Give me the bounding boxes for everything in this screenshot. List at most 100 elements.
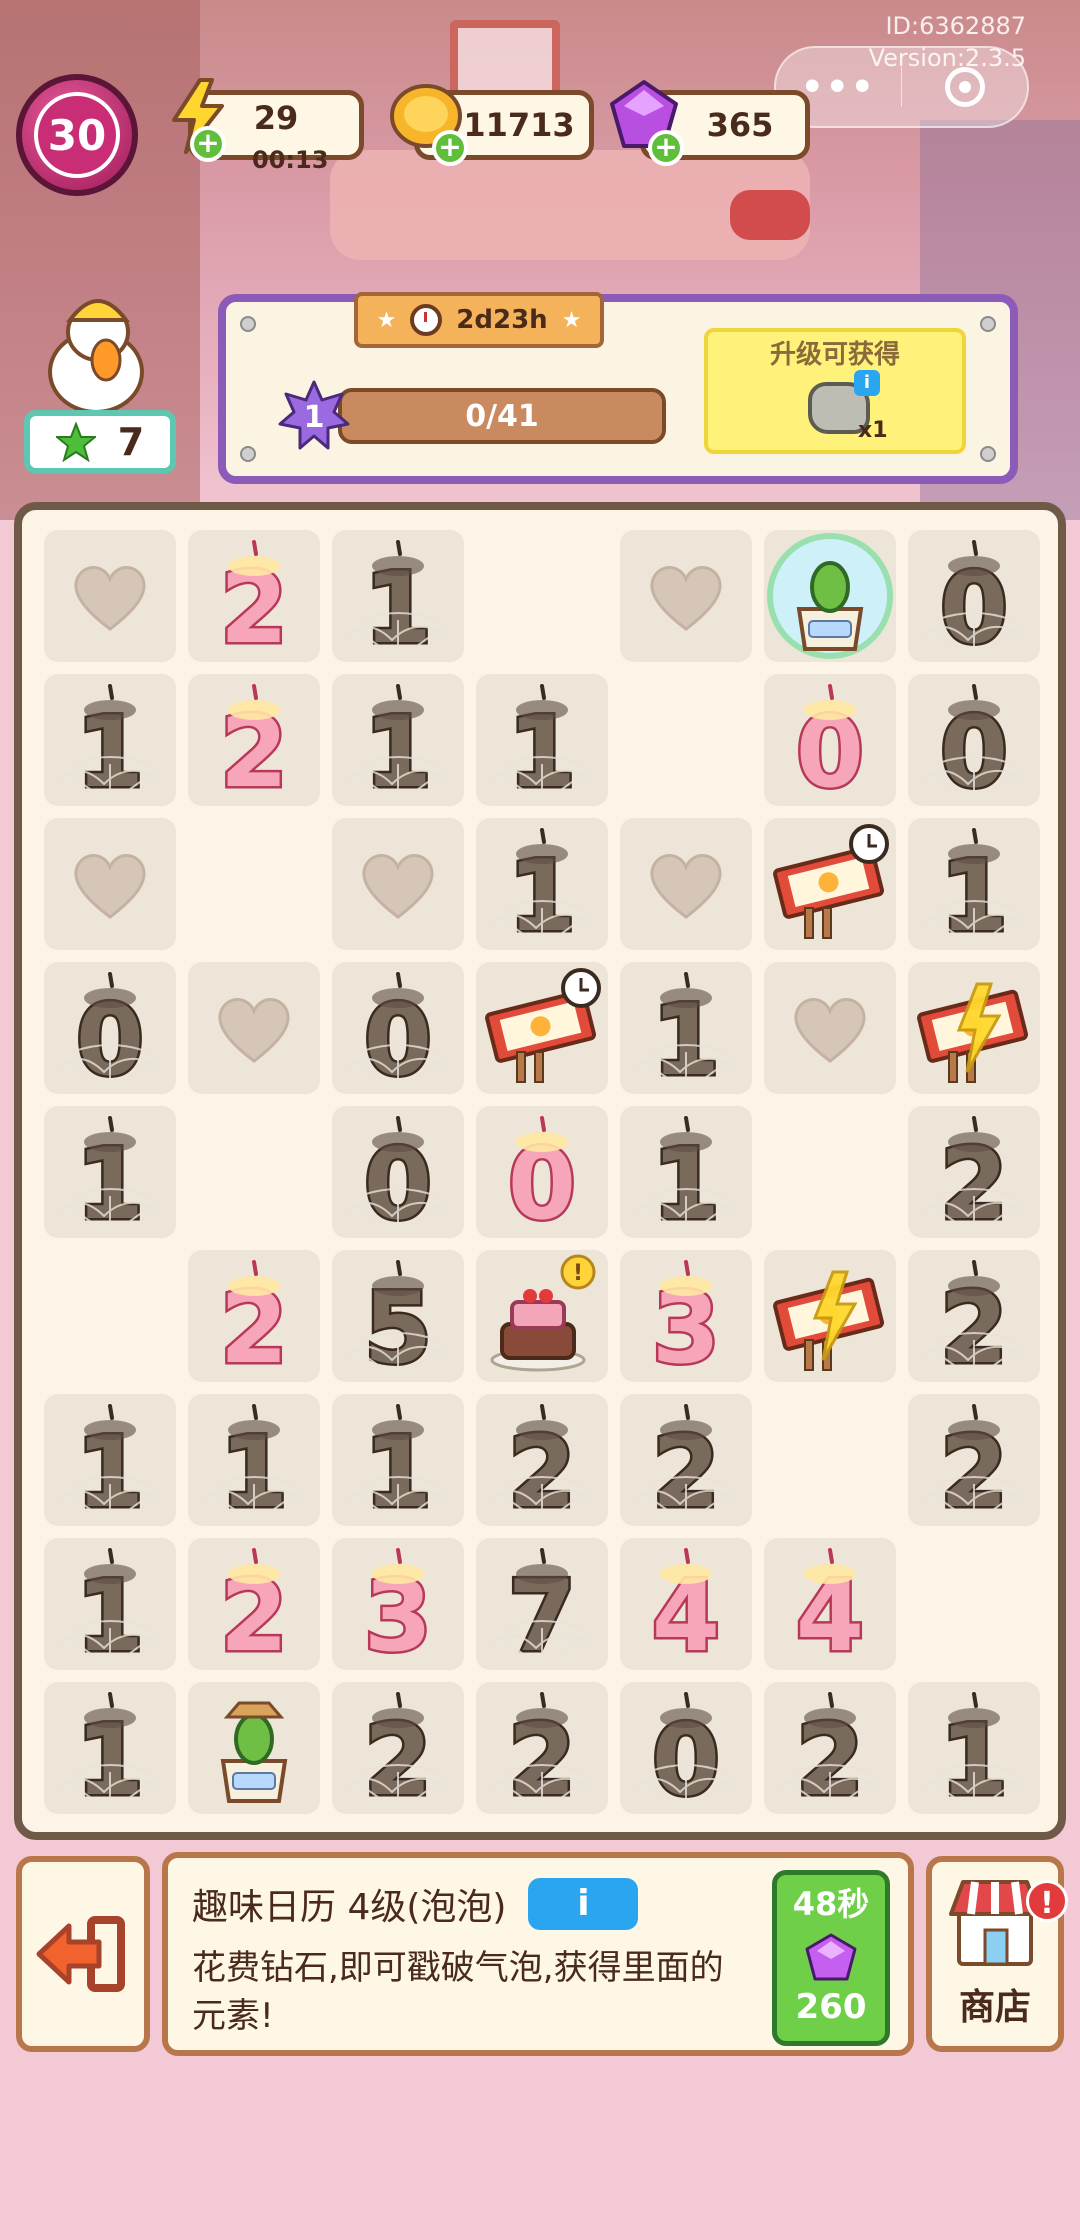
board-cell-empty (44, 1250, 176, 1382)
item-info-button[interactable]: i (528, 1878, 639, 1930)
board-cell-web-7[interactable]: 7 (476, 1538, 608, 1677)
board-cell-pink-2[interactable]: 2 (188, 530, 320, 669)
player-level-badge[interactable]: 30 (16, 74, 138, 196)
rank-flower-icon: 1 (278, 380, 350, 450)
board-cell-web-5[interactable]: 5 (332, 1250, 464, 1389)
board-cell-web-0[interactable]: 0 (332, 962, 464, 1101)
web-1-icon: 1 (633, 1116, 739, 1245)
level-reward-box[interactable]: 升级可获得 i x1 (704, 328, 966, 454)
board-cell-pink-3[interactable]: 3 (620, 1250, 752, 1389)
board-cell-pink-3[interactable]: 3 (332, 1538, 464, 1677)
board-cell-web-0[interactable]: 0 (44, 962, 176, 1101)
board-cell-pink-2[interactable]: 2 (188, 1538, 320, 1677)
board-cell-heart (620, 530, 752, 662)
web-1-icon: 1 (345, 684, 451, 813)
board-cell-web-1[interactable]: 1 (476, 674, 608, 813)
board-cell-matchbox-bolt[interactable] (908, 962, 1040, 1094)
heart-icon (74, 566, 146, 631)
board-cell-heart (620, 818, 752, 950)
board-cell-web-1[interactable]: 1 (908, 1682, 1040, 1821)
board-cell-web-2[interactable]: 2 (476, 1394, 608, 1533)
duck-mascot-icon[interactable] (30, 286, 150, 416)
web-2-icon: 2 (345, 1692, 451, 1821)
item-title: 趣味日历 4级(泡泡) (192, 1887, 507, 1928)
board-cell-web-1[interactable]: 1 (332, 1394, 464, 1533)
board-cell-cactus[interactable] (188, 1682, 320, 1814)
board-cell-web-2[interactable]: 2 (908, 1394, 1040, 1533)
board-cell-web-2[interactable]: 2 (764, 1682, 896, 1821)
board-cell-heart (764, 962, 896, 1094)
board-cell-bubble-cactus[interactable] (764, 530, 896, 662)
board-cell-web-0[interactable]: 0 (908, 530, 1040, 669)
add-coins-button[interactable]: + (432, 130, 468, 166)
gem-icon (805, 1933, 857, 1981)
board-cell-web-1[interactable]: 1 (332, 674, 464, 813)
board-cell-matchbox-clock[interactable] (764, 818, 896, 950)
event-panel[interactable]: ★ 2d23h ★ 0/41 1 升级可获得 i x1 (218, 292, 1018, 484)
web-0-icon: 0 (345, 1116, 451, 1245)
board-cell-web-1[interactable]: 1 (332, 530, 464, 669)
event-progress-text: 0/41 (465, 398, 539, 434)
add-energy-button[interactable]: + (190, 126, 226, 162)
close-target-button[interactable] (902, 67, 1027, 107)
bubble-cactus-icon (767, 533, 893, 659)
board-cell-empty (476, 530, 608, 662)
shop-button[interactable]: 商店 ! (926, 1856, 1068, 2052)
board-cell-web-2[interactable]: 2 (476, 1682, 608, 1821)
board-cell-pink-4[interactable]: 4 (620, 1538, 752, 1677)
board-cell-web-1[interactable]: 1 (908, 818, 1040, 957)
board-cell-web-2[interactable]: 2 (620, 1394, 752, 1533)
add-gems-button[interactable]: + (648, 130, 684, 166)
event-rank: 1 (304, 400, 325, 435)
board-cell-web-1[interactable]: 1 (44, 674, 176, 813)
exit-button[interactable] (16, 1856, 150, 2052)
board-cell-matchbox-bolt[interactable] (764, 1250, 896, 1382)
board-cell-web-0[interactable]: 0 (908, 674, 1040, 813)
pink-2-icon: 2 (217, 684, 291, 813)
web-2-icon: 2 (633, 1404, 739, 1533)
pink-4-icon: 4 (649, 1548, 723, 1677)
board-cell-web-2[interactable]: 2 (908, 1106, 1040, 1245)
pink-2-icon: 2 (217, 540, 291, 669)
board-cell-pink-4[interactable]: 4 (764, 1538, 896, 1677)
star-icon (55, 422, 96, 462)
board-cell-web-2[interactable]: 2 (332, 1682, 464, 1821)
target-icon (944, 67, 985, 107)
heart-icon (794, 998, 866, 1063)
board-cell-pink-0[interactable]: 0 (764, 674, 896, 813)
reward-title: 升级可获得 (769, 340, 900, 370)
board-cell-empty (764, 1106, 896, 1238)
board-cell-web-0[interactable]: 0 (332, 1106, 464, 1245)
level-value: 30 (34, 92, 120, 178)
heart-icon (218, 998, 290, 1063)
board-cell-web-1[interactable]: 1 (44, 1394, 176, 1533)
board-cell-web-1[interactable]: 1 (620, 962, 752, 1101)
board-cell-web-1[interactable]: 1 (476, 818, 608, 957)
heart-icon (650, 566, 722, 631)
board-cell-pink-2[interactable]: 2 (188, 674, 320, 813)
pop-cost: 260 (795, 1987, 867, 2027)
board-cell-matchbox-clock[interactable] (476, 962, 608, 1094)
star-counter[interactable]: 7 (24, 410, 176, 474)
board-cell-web-1[interactable]: 1 (44, 1682, 176, 1821)
board-cell-web-1[interactable]: 1 (620, 1106, 752, 1245)
board-cell-web-1[interactable]: 1 (188, 1394, 320, 1533)
web-0-icon: 0 (57, 972, 163, 1101)
board-cell-pink-2[interactable]: 2 (188, 1250, 320, 1389)
web-2-icon: 2 (921, 1116, 1027, 1245)
board-cell-empty (188, 818, 320, 950)
mini-program-capsule: ••• (774, 46, 1029, 128)
web-2-icon: 2 (921, 1260, 1027, 1389)
reward-info-button[interactable]: i (854, 370, 880, 396)
board-cell-cake[interactable]: ! (476, 1250, 608, 1382)
board-cell-web-0[interactable]: 0 (620, 1682, 752, 1821)
board-cell-heart (332, 818, 464, 950)
pop-bubble-button[interactable]: 48秒 260 (772, 1870, 890, 2046)
board-cell-web-2[interactable]: 2 (908, 1250, 1040, 1389)
web-1-icon: 1 (489, 684, 595, 813)
board-cell-web-1[interactable]: 1 (44, 1538, 176, 1677)
board-cell-web-1[interactable]: 1 (44, 1106, 176, 1245)
board-cell-pink-0[interactable]: 0 (476, 1106, 608, 1245)
web-1-icon: 1 (57, 1548, 163, 1677)
pink-4-icon: 4 (793, 1548, 867, 1677)
